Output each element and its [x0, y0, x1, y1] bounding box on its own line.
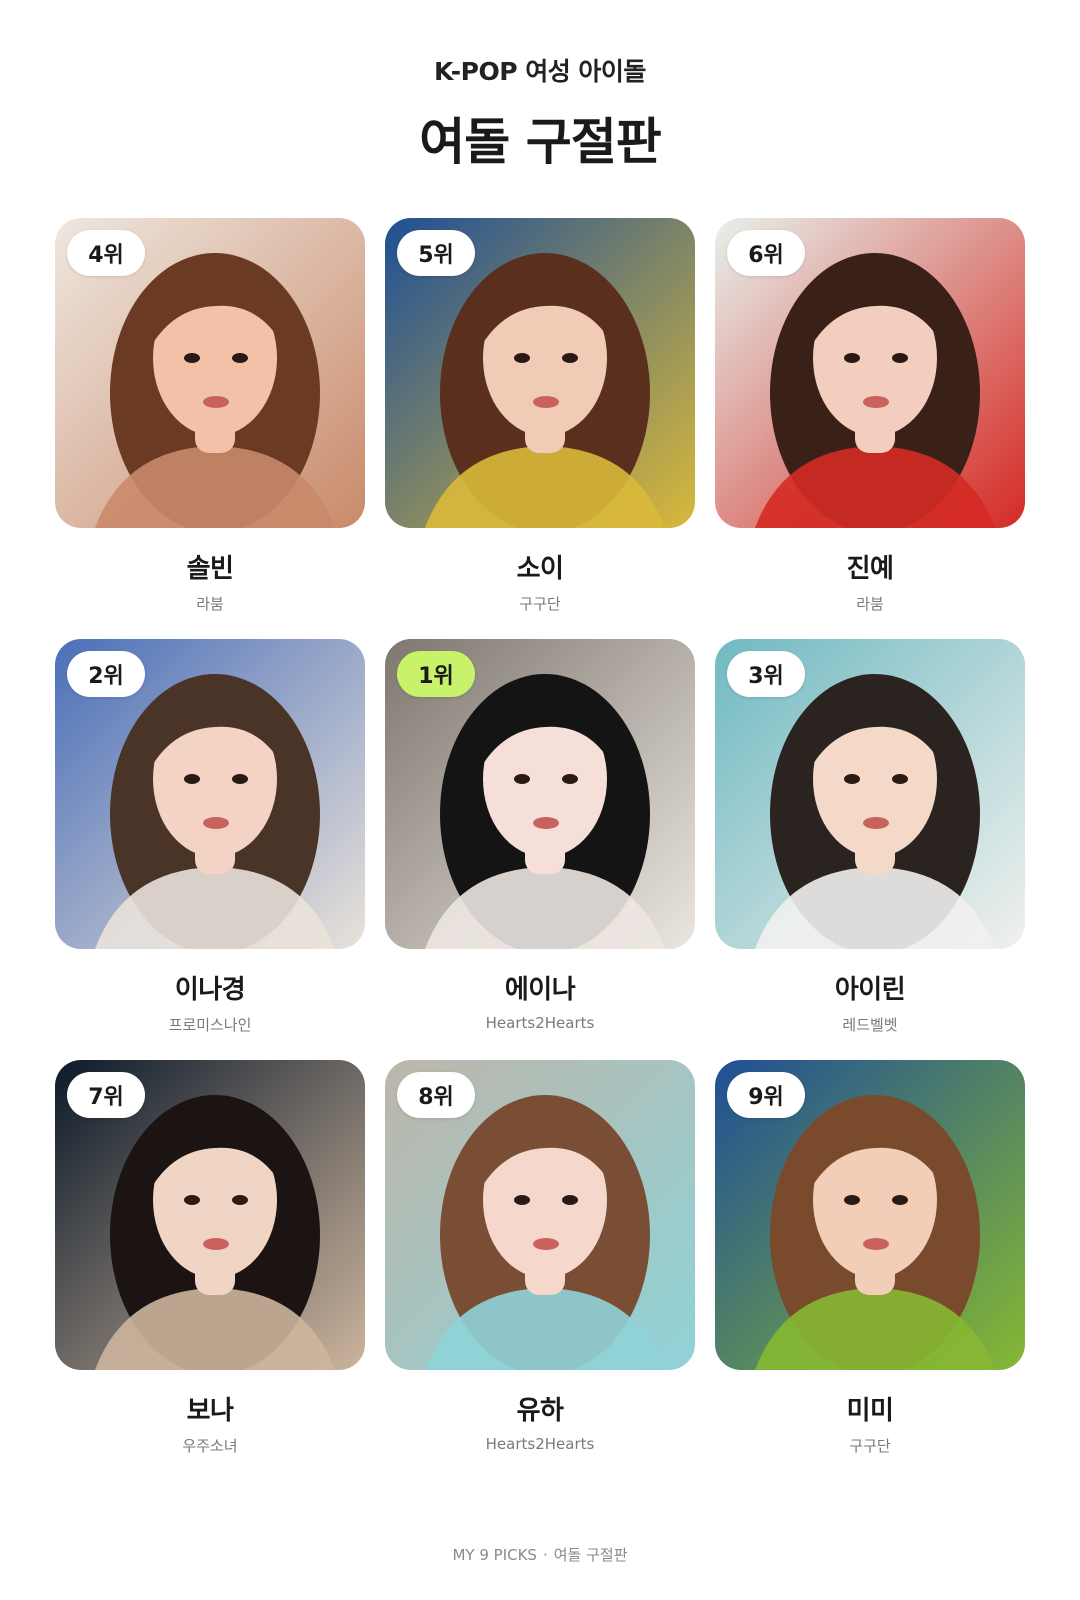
idol-group: 구구단 [849, 1437, 891, 1455]
idol-photo[interactable]: 5위 [385, 218, 695, 528]
rank-badge: 3위 [727, 651, 805, 697]
rank-badge: 4위 [67, 230, 145, 276]
idol-photo[interactable]: 8위 [385, 1060, 695, 1370]
idol-group: 우주소녀 [182, 1437, 238, 1455]
idol-name: 미미 [846, 1396, 894, 1426]
idol-group: 라붐 [196, 595, 224, 613]
rank-badge: 5위 [397, 230, 475, 276]
idol-photo[interactable]: 2위 [55, 639, 365, 949]
idol-group: 프로미스나인 [168, 1016, 252, 1034]
idol-group: 레드벨벳 [842, 1016, 898, 1034]
idol-name: 보나 [186, 1396, 234, 1426]
idol-photo[interactable]: 1위 [385, 639, 695, 949]
footer: MY 9 PICKS · 여돌 구절판 [0, 1544, 1080, 1565]
idol-grid: 4위 솔빈 라붐 5위 소이 구구단 6위 진예 라붐 2위 이나경 프로미스나인 1위 에이나 Heart… [55, 218, 1025, 1481]
page-subtitle: K-POP 여성 아이돌 [434, 57, 646, 86]
idol-photo[interactable]: 6위 [715, 218, 1025, 528]
idol-photo[interactable]: 9위 [715, 1060, 1025, 1370]
idol-card[interactable]: 5위소이구구단 [385, 218, 695, 639]
idol-card[interactable]: 1위에이나 Hearts2Hearts [385, 639, 695, 1060]
idol-name: 진예 [846, 554, 894, 584]
page-title: 여돌 구절판 [419, 113, 661, 171]
idol-card[interactable]: 3위아이린레드벨벳 [715, 639, 1025, 1060]
idol-photo[interactable]: 4위 [55, 218, 365, 528]
idol-card[interactable]: 2위이나경프로미스나인 [55, 639, 365, 1060]
rank-badge: 7위 [67, 1072, 145, 1118]
idol-card[interactable]: 4위솔빈라붐 [55, 218, 365, 639]
idol-card[interactable]: 9위미미구구단 [715, 1060, 1025, 1481]
idol-name: 솔빈 [186, 554, 234, 584]
idol-card[interactable]: 6위진예라붐 [715, 218, 1025, 639]
idol-photo[interactable]: 3위 [715, 639, 1025, 949]
idol-name: 유하 [516, 1396, 564, 1426]
idol-group: Hearts2Hearts [485, 1435, 595, 1453]
footer-brand: MY 9 PICKS [452, 1546, 537, 1564]
idol-name: 소이 [516, 554, 564, 584]
idol-group: 라붐 [856, 595, 884, 613]
idol-photo[interactable]: 7위 [55, 1060, 365, 1370]
rank-badge: 1위 [397, 651, 475, 697]
rank-badge: 2위 [67, 651, 145, 697]
idol-card[interactable]: 7위보나우주소녀 [55, 1060, 365, 1481]
idol-name: 아이린 [834, 975, 906, 1005]
idol-group: Hearts2Hearts [485, 1014, 595, 1032]
idol-card[interactable]: 8위유하 Hearts2Hearts [385, 1060, 695, 1481]
rank-badge: 8위 [397, 1072, 475, 1118]
idol-name: 에이나 [504, 975, 576, 1005]
idol-group: 구구단 [519, 595, 561, 613]
rank-badge: 9위 [727, 1072, 805, 1118]
rank-badge: 6위 [727, 230, 805, 276]
footer-separator: · [542, 1546, 548, 1564]
footer-title: 여돌 구절판 [553, 1546, 628, 1564]
idol-name: 이나경 [174, 975, 246, 1005]
